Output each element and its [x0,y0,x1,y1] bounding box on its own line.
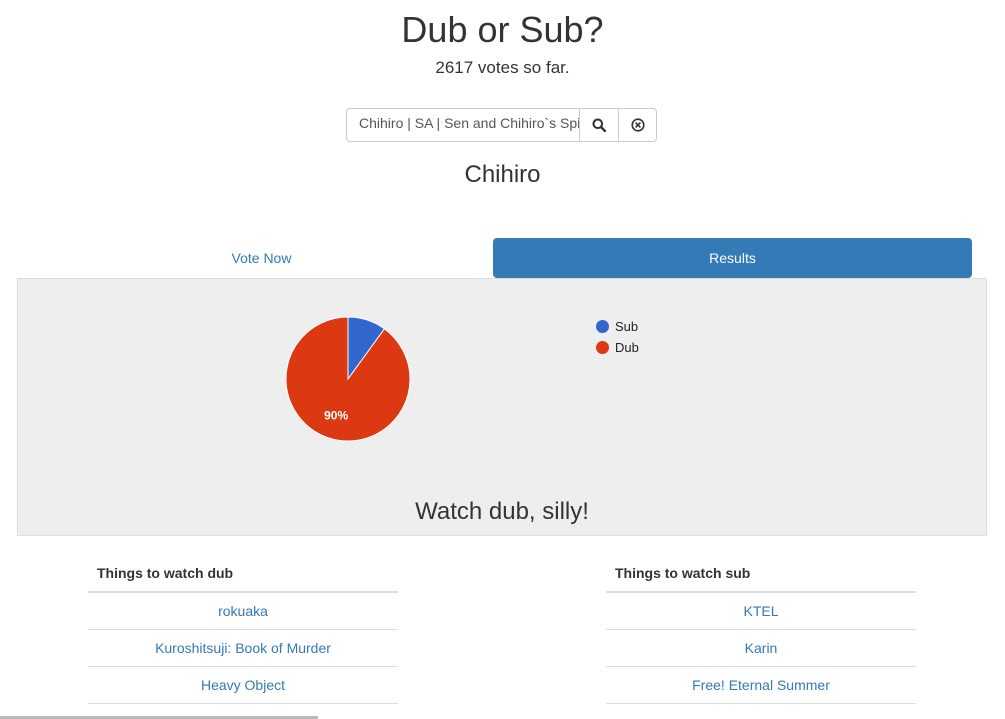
list-item[interactable]: Free! Eternal Summer [606,667,916,704]
list-item[interactable]: Heavy Object [88,667,398,704]
search-group: Chihiro | SA | Sen and Chihiro`s Spiriti… [346,108,657,142]
search-input[interactable]: Chihiro | SA | Sen and Chihiro`s Spiriti… [346,108,579,142]
legend-swatch [596,320,609,333]
pie-chart: 90% [285,316,411,442]
legend-item-dub[interactable]: Dub [596,337,639,358]
verdict-text: Watch dub, silly! [415,498,589,525]
list-item[interactable]: KTEL [606,593,916,630]
list-item[interactable]: rokuaka [88,593,398,630]
close-circle-icon [630,118,645,132]
sub-list-header: Things to watch sub [606,555,916,593]
results-panel: 90% Sub Dub Watch dub, silly! [17,278,987,536]
chart-legend: Sub Dub [596,316,639,358]
legend-item-sub[interactable]: Sub [596,316,639,337]
list-item[interactable]: Karin [606,630,916,667]
tab-vote-now[interactable]: Vote Now [22,238,501,278]
search-icon [592,118,606,132]
dub-list-header: Things to watch dub [88,555,398,593]
legend-label: Dub [615,340,639,355]
pie-slice-label: 90% [324,409,348,423]
search-button[interactable] [579,108,618,142]
sub-list: Things to watch sub KTEL Karin Free! Ete… [606,555,916,704]
dub-list: Things to watch dub rokuaka Kuroshitsuji… [88,555,398,704]
tab-results[interactable]: Results [493,238,972,278]
anime-title: Chihiro [464,161,541,188]
legend-swatch [596,341,609,354]
clear-button[interactable] [618,108,657,142]
list-item[interactable]: Kuroshitsuji: Book of Murder [88,630,398,667]
page-title: Dub or Sub? [401,9,604,50]
vote-count: 2617 votes so far. [435,58,570,77]
legend-label: Sub [615,319,639,334]
